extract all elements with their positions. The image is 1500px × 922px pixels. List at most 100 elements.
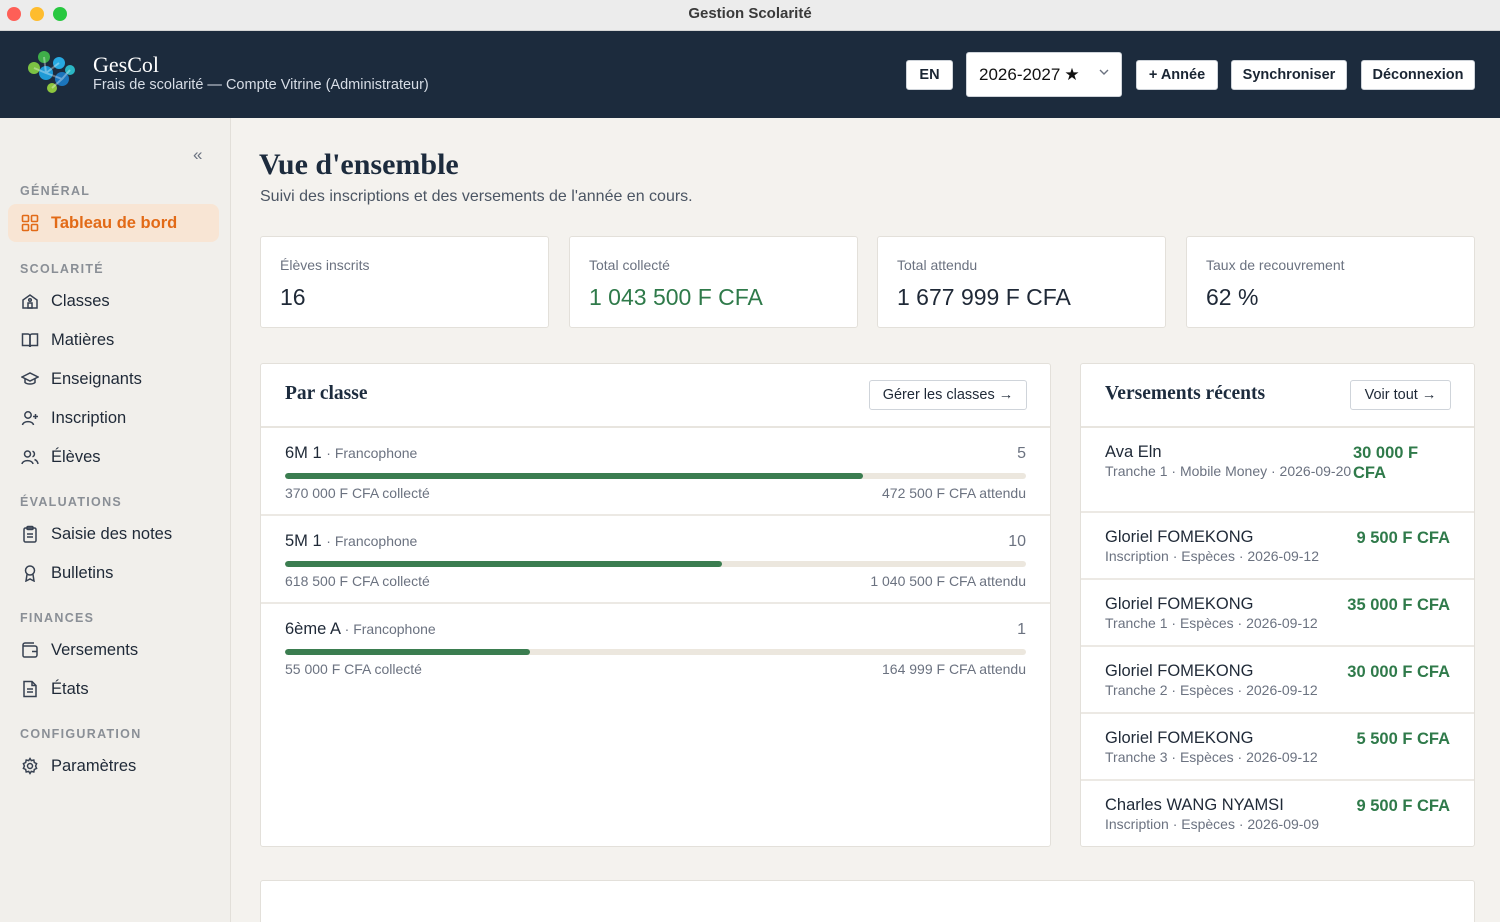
school-year-value: 2026-2027	[979, 64, 1061, 84]
clipboard-icon	[20, 524, 40, 544]
stat-label: Total collecté	[589, 257, 670, 273]
collapse-sidebar-icon[interactable]: «	[193, 145, 202, 165]
class-expected: 164 999 F CFA attendu	[882, 661, 1026, 677]
payment-student-name: Gloriel FOMEKONG	[1105, 528, 1254, 546]
sidebar-item-label: Matières	[51, 330, 115, 349]
payment-row[interactable]: Charles WANG NYAMSI Inscription · Espèce…	[1081, 781, 1474, 847]
brand-name: GesCol	[93, 52, 159, 77]
section-label-general: GÉNÉRAL	[20, 184, 91, 198]
see-all-button[interactable]: Voir tout →	[1350, 380, 1451, 410]
chevron-down-icon	[1099, 69, 1109, 75]
sidebar-item-versements[interactable]: Versements	[8, 631, 219, 669]
sidebar-item-classes[interactable]: Classes	[8, 282, 219, 320]
sidebar-item-parametres[interactable]: Paramètres	[8, 747, 219, 785]
progress-track	[285, 649, 1026, 655]
sidebar-item-bulletins[interactable]: Bulletins	[8, 554, 219, 592]
panel-title: Par classe	[285, 383, 368, 404]
progress-track	[285, 473, 1026, 479]
sidebar-item-label: Classes	[51, 291, 110, 310]
panel-header: Par classe Gérer les classes →	[261, 364, 1050, 428]
class-language: · Francophone	[344, 621, 436, 637]
sidebar-item-label: Versements	[51, 640, 139, 659]
payment-detail: Tranche 2 · Espèces · 2026-09-12	[1105, 682, 1318, 698]
sidebar-item-matieres[interactable]: Matières	[8, 321, 219, 359]
panel-header: Versements récents Voir tout →	[1081, 364, 1474, 428]
sidebar-item-label: Paramètres	[51, 756, 137, 775]
class-row[interactable]: 6M 1 · Francophone 5 370 000 F CFA colle…	[261, 428, 1050, 516]
brand-subtitle: Frais de scolarité — Compte Vitrine (Adm…	[93, 77, 429, 93]
payment-student-name: Ava Eln	[1105, 443, 1162, 461]
payment-student-name: Gloriel FOMEKONG	[1105, 662, 1254, 680]
payment-row[interactable]: Gloriel FOMEKONG Tranche 1 · Espèces · 2…	[1081, 580, 1474, 647]
payment-amount: 9 500 F CFA	[1356, 529, 1450, 547]
stat-value: 1 677 999 F CFA	[897, 284, 1071, 310]
stat-card-taux-recouvrement: Taux de recouvrement 62 %	[1186, 236, 1475, 328]
sidebar-item-enseignants[interactable]: Enseignants	[8, 360, 219, 398]
sidebar: « GÉNÉRAL Tableau de bord SCOLARITÉ Clas…	[0, 118, 231, 922]
book-icon	[20, 330, 40, 350]
class-student-count: 5	[1017, 445, 1026, 462]
gear-icon	[20, 756, 40, 776]
class-language: · Francophone	[326, 533, 418, 549]
by-class-panel: Par classe Gérer les classes → 6M 1 · Fr…	[260, 363, 1051, 847]
section-label-finances: FINANCES	[20, 611, 95, 625]
wallet-icon	[20, 640, 40, 660]
sidebar-item-inscription[interactable]: Inscription	[8, 399, 219, 437]
sidebar-item-eleves[interactable]: Élèves	[8, 438, 219, 476]
award-icon	[20, 563, 40, 583]
stat-label: Total attendu	[897, 257, 978, 273]
sidebar-item-dashboard[interactable]: Tableau de bord	[8, 204, 219, 242]
logout-button[interactable]: Déconnexion	[1361, 60, 1475, 90]
stat-value: 1 043 500 F CFA	[589, 284, 763, 310]
add-year-button[interactable]: + Année	[1136, 60, 1218, 90]
window-title: Gestion Scolarité	[688, 5, 812, 22]
sidebar-item-saisie-des-notes[interactable]: Saisie des notes	[8, 515, 219, 553]
stat-card-total-attendu: Total attendu 1 677 999 F CFA	[877, 236, 1166, 328]
class-language: · Francophone	[326, 445, 418, 461]
users-icon	[20, 447, 40, 467]
graduation-cap-icon	[20, 369, 40, 389]
school-year-select[interactable]: 2026-2027 ★	[966, 52, 1122, 97]
class-collected: 55 000 F CFA collecté	[285, 661, 422, 677]
stat-label: Taux de recouvrement	[1206, 257, 1345, 273]
payment-amount: 30 000 F CFA	[1353, 444, 1419, 482]
grid-icon	[20, 213, 40, 233]
payment-row[interactable]: Gloriel FOMEKONG Tranche 3 · Espèces · 2…	[1081, 714, 1474, 781]
payment-amount: 5 500 F CFA	[1356, 730, 1450, 748]
payment-amount: 9 500 F CFA	[1356, 797, 1450, 815]
school-icon	[20, 291, 40, 311]
progress-track	[285, 561, 1026, 567]
progress-fill	[285, 649, 530, 655]
stat-label: Élèves inscrits	[280, 257, 370, 273]
payment-detail: Inscription · Espèces · 2026-09-12	[1105, 548, 1319, 564]
class-row[interactable]: 5M 1 · Francophone 10 618 500 F CFA coll…	[261, 516, 1050, 604]
sync-button[interactable]: Synchroniser	[1231, 60, 1347, 90]
payment-row[interactable]: Gloriel FOMEKONG Inscription · Espèces ·…	[1081, 513, 1474, 580]
payment-student-name: Gloriel FOMEKONG	[1105, 729, 1254, 747]
document-icon	[20, 679, 40, 699]
manage-classes-button[interactable]: Gérer les classes →	[869, 380, 1027, 410]
class-name: 6M 1 · Francophone	[285, 444, 418, 462]
stat-value: 16	[280, 284, 306, 310]
payment-amount: 35 000 F CFA	[1347, 596, 1450, 614]
bottom-card	[260, 880, 1475, 922]
language-button[interactable]: EN	[906, 60, 953, 90]
class-student-count: 1	[1017, 621, 1026, 638]
page-subtitle: Suivi des inscriptions et des versements…	[260, 188, 693, 205]
page-title: Vue d'ensemble	[259, 148, 459, 181]
class-row[interactable]: 6ème A · Francophone 1 55 000 F CFA coll…	[261, 604, 1050, 692]
gescol-logo-icon	[28, 51, 75, 93]
class-expected: 1 040 500 F CFA attendu	[870, 573, 1026, 589]
progress-fill	[285, 473, 863, 479]
sidebar-item-etats[interactable]: États	[8, 670, 219, 708]
app-header: GesCol Frais de scolarité — Compte Vitri…	[0, 31, 1500, 118]
payment-row[interactable]: Ava Eln Tranche 1 · Mobile Money · 2026-…	[1081, 428, 1474, 513]
payment-detail: Tranche 1 · Espèces · 2026-09-12	[1105, 615, 1318, 631]
payment-student-name: Charles WANG NYAMSI	[1105, 796, 1284, 814]
class-name: 5M 1 · Francophone	[285, 532, 418, 550]
payment-row[interactable]: Gloriel FOMEKONG Tranche 2 · Espèces · 2…	[1081, 647, 1474, 714]
sidebar-item-label: Inscription	[51, 408, 127, 427]
class-student-count: 10	[1008, 533, 1026, 550]
recent-payments-panel: Versements récents Voir tout → Ava Eln T…	[1080, 363, 1475, 847]
payment-detail: Inscription · Espèces · 2026-09-09	[1105, 816, 1319, 832]
